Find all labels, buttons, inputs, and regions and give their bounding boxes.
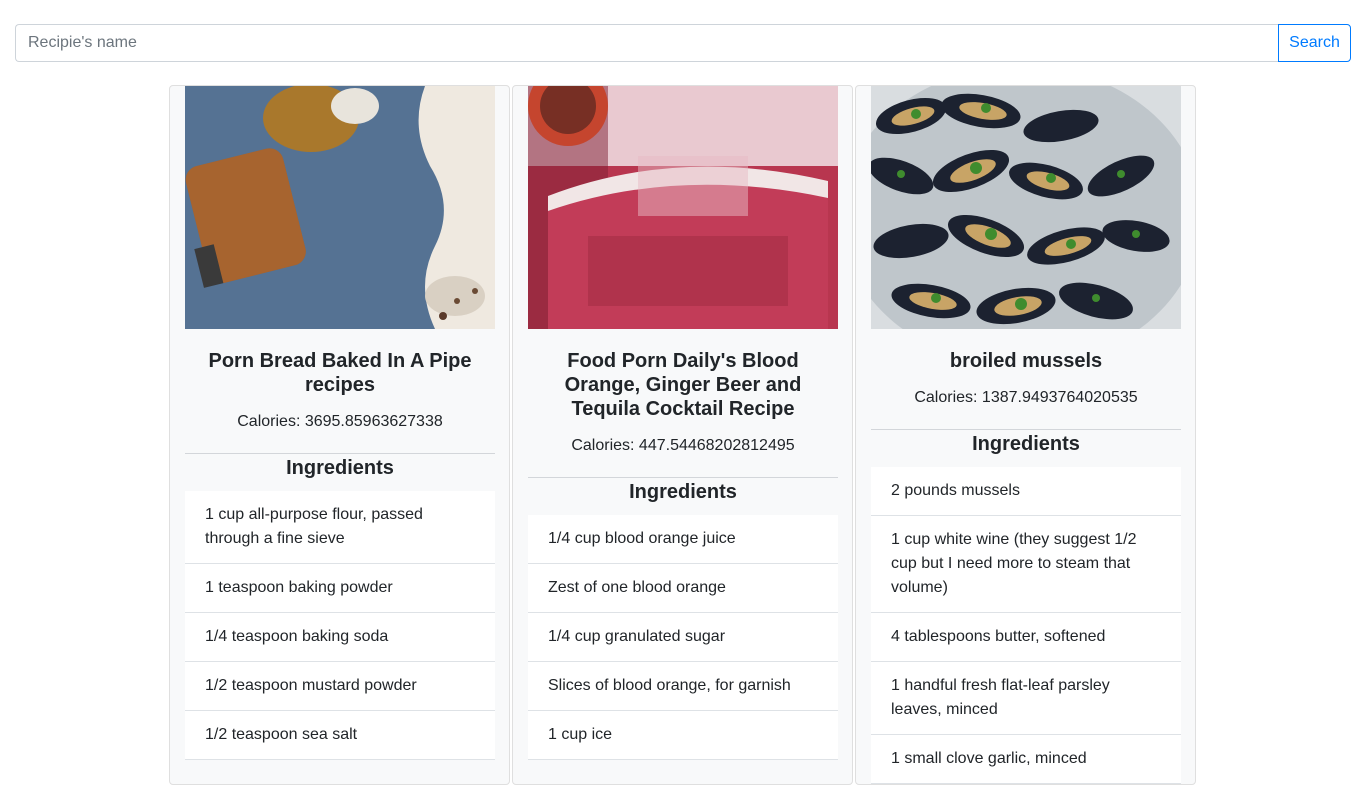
search-button[interactable]: Search <box>1278 24 1351 62</box>
ingredient-item: Slices of blood orange, for garnish <box>528 662 838 711</box>
ingredient-item: Zest of one blood orange <box>528 564 838 613</box>
search-bar: Search <box>15 24 1351 62</box>
ingredient-item: 1/2 teaspoon sea salt <box>185 711 495 760</box>
recipe-card: broiled mussels Calories: 1387.949376402… <box>855 85 1196 785</box>
ingredient-item: 1 small clove garlic, minced <box>871 735 1181 784</box>
ingredient-item: 1 teaspoon baking powder <box>185 564 495 613</box>
ingredient-item: 4 tablespoons butter, softened <box>871 613 1181 662</box>
ingredient-item: 1/2 teaspoon mustard powder <box>185 662 495 711</box>
ingredients-heading: Ingredients <box>286 457 394 479</box>
recipe-image <box>871 86 1181 329</box>
ingredient-item: 1/4 cup blood orange juice <box>528 515 838 564</box>
recipe-image <box>528 86 838 329</box>
ingredient-item: 1 cup white wine (they suggest 1/2 cup b… <box>871 516 1181 613</box>
ingredients-heading: Ingredients <box>972 433 1080 455</box>
divider <box>871 429 1181 430</box>
ingredients-heading: Ingredients <box>629 481 737 503</box>
recipe-card: Porn Bread Baked In A Pipe recipes Calor… <box>169 85 510 785</box>
ingredient-item: 1/4 cup granulated sugar <box>528 613 838 662</box>
ingredient-item: 2 pounds mussels <box>871 467 1181 516</box>
ingredient-item: 1/4 teaspoon baking soda <box>185 613 495 662</box>
ingredients-list: 1/4 cup blood orange juice Zest of one b… <box>528 515 838 760</box>
recipe-title: Porn Bread Baked In A Pipe recipes <box>208 350 472 396</box>
ingredient-item: 1 handful fresh flat-leaf parsley leaves… <box>871 662 1181 735</box>
search-input[interactable] <box>15 24 1278 62</box>
calories-text: Calories: 3695.85963627338 <box>237 413 443 430</box>
recipe-image <box>185 86 495 329</box>
ingredient-item: 1 cup ice <box>528 711 838 760</box>
recipe-card: Food Porn Daily's Blood Orange, Ginger B… <box>512 85 853 785</box>
ingredient-item: 1 cup all-purpose flour, passed through … <box>185 491 495 564</box>
ingredients-list: 1 cup all-purpose flour, passed through … <box>185 491 495 760</box>
divider <box>528 477 838 478</box>
calories-text: Calories: 447.54468202812495 <box>571 437 795 454</box>
recipe-title: Food Porn Daily's Blood Orange, Ginger B… <box>564 350 802 420</box>
ingredients-list: 2 pounds mussels 1 cup white wine (they … <box>871 467 1181 784</box>
calories-text: Calories: 1387.9493764020535 <box>914 389 1138 406</box>
recipe-title: broiled mussels <box>949 350 1103 372</box>
divider <box>185 453 495 454</box>
